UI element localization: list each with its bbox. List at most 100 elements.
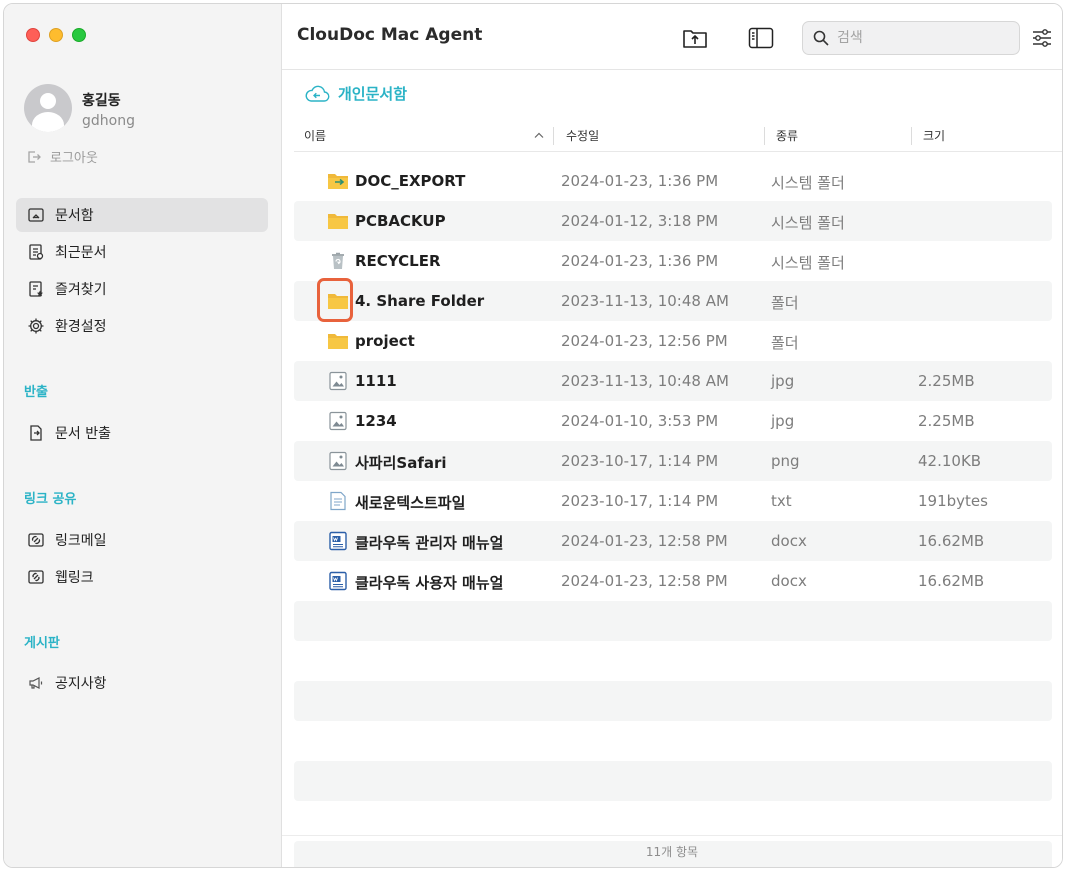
column-modified-label: 수정일 [566, 129, 600, 143]
file-modified: 2024-01-23, 12:58 PM [561, 532, 728, 550]
favorite-document-icon [27, 280, 45, 298]
toolbar: ClouDoc Mac Agent [282, 4, 1062, 70]
folder-icon [328, 214, 348, 229]
sidebar: 홍길동 gdhong 로그아웃 문서함 최근문서 즐겨찾기 환경설정 반출 문서… [4, 4, 282, 867]
sidebar-item-favorites[interactable]: 즐겨찾기 [16, 272, 268, 306]
status-bar: 11개 항목 [282, 835, 1062, 867]
sidebar-item-label: 공지사항 [55, 676, 107, 692]
file-kind: docx [771, 572, 807, 590]
file-modified: 2024-01-12, 3:18 PM [561, 212, 719, 230]
sidebar-item-label: 환경설정 [55, 319, 107, 335]
empty-row [294, 721, 1052, 761]
file-name: 1111 [355, 372, 397, 390]
sidebar-item-label: 즐겨찾기 [55, 282, 107, 298]
column-divider[interactable] [911, 127, 912, 145]
column-modified[interactable]: 수정일 [556, 119, 764, 152]
file-size: 42.10KB [918, 452, 982, 470]
app-title: ClouDoc Mac Agent [297, 25, 483, 45]
file-row[interactable]: 1234 2024-01-10, 3:53 PM jpg 2.25MB [294, 401, 1052, 441]
file-row[interactable]: 새로운텍스트파일 2023-10-17, 1:14 PM txt 191byte… [294, 481, 1052, 521]
empty-row [294, 641, 1052, 681]
megaphone-icon [27, 674, 45, 692]
close-window-button[interactable] [26, 28, 40, 42]
file-kind: 시스템 폴더 [771, 254, 845, 272]
empty-row [294, 601, 1052, 641]
file-name: 1234 [355, 412, 397, 430]
sidebar-item-settings[interactable]: 환경설정 [16, 309, 268, 343]
search-icon [813, 30, 829, 46]
file-row[interactable]: PCBACKUP 2024-01-12, 3:18 PM 시스템 폴더 [294, 201, 1052, 241]
file-kind: 시스템 폴더 [771, 214, 845, 232]
sidebar-item-document-export[interactable]: 문서 반출 [16, 416, 268, 450]
file-size: 16.62MB [918, 532, 985, 550]
window-controls [26, 28, 86, 42]
sidebar-toggle-button[interactable] [747, 24, 775, 52]
file-row[interactable]: RECYCLER 2024-01-23, 1:36 PM 시스템 폴더 [294, 241, 1052, 281]
file-kind: 시스템 폴더 [771, 174, 845, 192]
sidebar-item-notice[interactable]: 공지사항 [16, 666, 268, 700]
sidebar-item-recent[interactable]: 최근문서 [16, 235, 268, 269]
file-name: 사파리Safari [355, 454, 447, 472]
upload-button[interactable] [681, 24, 709, 52]
column-header: 이름 수정일 종류 크기 [294, 119, 1062, 152]
file-kind: 폴더 [771, 334, 799, 352]
zoom-window-button[interactable] [72, 28, 86, 42]
file-modified: 2023-10-17, 1:14 PM [561, 492, 719, 510]
item-count: 11개 항목 [645, 845, 699, 859]
file-row[interactable]: DOC_EXPORT 2024-01-23, 1:36 PM 시스템 폴더 [294, 161, 1052, 201]
export-folder-icon [328, 174, 348, 189]
file-size: 2.25MB [918, 372, 975, 390]
file-row[interactable]: 클라우독 사용자 매뉴얼 2024-01-23, 12:58 PM docx 1… [294, 561, 1052, 601]
image-file-icon [329, 371, 347, 391]
folder-icon [328, 294, 348, 309]
sidebar-item-label: 문서함 [55, 208, 94, 224]
minimize-window-button[interactable] [49, 28, 63, 42]
web-link-icon [27, 568, 45, 586]
main-panel: ClouDoc Mac Agent 검색 개인문서함 이름 수정일 종류 크기 … [282, 4, 1062, 867]
file-modified: 2024-01-23, 12:58 PM [561, 572, 728, 590]
cloud-back-icon [305, 85, 330, 102]
logout-button[interactable]: 로그아웃 [26, 147, 98, 166]
file-modified: 2023-11-13, 10:48 AM [561, 372, 729, 390]
search-box[interactable] [802, 21, 1020, 55]
word-document-icon [329, 571, 347, 591]
sidebar-item-web-link[interactable]: 웹링크 [16, 560, 268, 594]
column-name[interactable]: 이름 [294, 119, 552, 152]
file-kind: jpg [771, 372, 795, 390]
avatar [24, 84, 72, 132]
column-kind[interactable]: 종류 [766, 119, 910, 152]
column-kind-label: 종류 [776, 129, 799, 143]
file-row[interactable]: project 2024-01-23, 12:56 PM 폴더 [294, 321, 1052, 361]
column-divider[interactable] [764, 127, 765, 145]
sidebar-item-link-mail[interactable]: 링크메일 [16, 523, 268, 557]
column-size-label: 크기 [923, 129, 946, 143]
logout-label: 로그아웃 [50, 151, 98, 166]
breadcrumb-label: 개인문서함 [338, 85, 408, 103]
breadcrumb[interactable]: 개인문서함 [304, 83, 407, 104]
file-row[interactable]: 사파리Safari 2023-10-17, 1:14 PM png 42.10K… [294, 441, 1052, 481]
file-name: project [355, 332, 415, 350]
file-row[interactable]: 4. Share Folder 2023-11-13, 10:48 AM 폴더 [294, 281, 1052, 321]
file-size: 2.25MB [918, 412, 975, 430]
sidebar-toggle-icon [748, 27, 774, 49]
sidebar-item-document-box[interactable]: 문서함 [16, 198, 268, 232]
image-file-icon [329, 451, 347, 471]
column-size[interactable]: 크기 [913, 119, 1053, 152]
folder-upload-icon [683, 30, 707, 48]
file-modified: 2024-01-23, 1:36 PM [561, 172, 719, 190]
image-file-icon [329, 411, 347, 431]
filter-sliders-icon [1033, 29, 1051, 47]
file-name: DOC_EXPORT [355, 172, 466, 190]
file-row[interactable]: 1111 2023-11-13, 10:48 AM jpg 2.25MB [294, 361, 1052, 401]
column-divider[interactable] [553, 127, 554, 145]
file-kind: txt [771, 492, 792, 510]
file-size: 191bytes [918, 492, 988, 510]
file-row[interactable]: 클라우독 관리자 매뉴얼 2024-01-23, 12:58 PM docx 1… [294, 521, 1052, 561]
filter-button[interactable] [1028, 24, 1056, 52]
file-name: 새로운텍스트파일 [355, 494, 466, 512]
file-modified: 2024-01-23, 1:36 PM [561, 252, 719, 270]
search-input[interactable] [837, 30, 1007, 46]
file-kind: docx [771, 532, 807, 550]
file-modified: 2024-01-23, 12:56 PM [561, 332, 728, 350]
gear-icon [27, 317, 45, 335]
